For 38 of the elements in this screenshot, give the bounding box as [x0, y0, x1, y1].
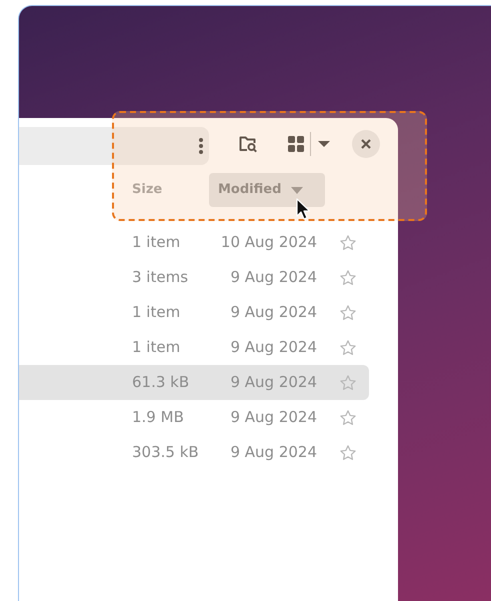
folder-search-icon[interactable]	[238, 135, 258, 153]
size-text: 1 item	[132, 232, 182, 254]
file-row[interactable]: 1 item 10 Aug 2024	[19, 225, 369, 260]
modified-text: 9 Aug 2024	[229, 267, 317, 288]
size-text: 303.5 kB	[132, 442, 200, 464]
sort-caret-icon	[291, 186, 304, 194]
file-row[interactable]: 303.5 kB 9 Aug 2024	[19, 435, 369, 470]
file-row[interactable]: 61.3 kB 9 Aug 2024	[19, 365, 369, 400]
close-icon	[361, 139, 371, 149]
modified-text: 9 Aug 2024	[229, 407, 317, 428]
star-icon[interactable]	[339, 234, 357, 252]
modified-text: 9 Aug 2024	[229, 302, 317, 324]
grid-view-icon[interactable]	[287, 135, 305, 153]
modified-text: 9 Aug 2024	[229, 442, 317, 464]
file-row[interactable]: 1 item 9 Aug 2024	[19, 295, 369, 330]
file-row[interactable]: 1.9 MB 9 Aug 2024	[19, 400, 369, 435]
file-row[interactable]: 1 item 9 Aug 2024	[19, 330, 369, 365]
modified-text: 10 Aug 2024	[220, 232, 317, 254]
more-options-icon[interactable]	[198, 137, 204, 155]
star-icon[interactable]	[339, 408, 357, 426]
close-button[interactable]	[352, 130, 380, 158]
caret-icon[interactable]	[317, 140, 331, 148]
modified-text: 9 Aug 2024	[229, 372, 317, 394]
star-icon[interactable]	[339, 338, 357, 356]
size-text: 1 item	[132, 337, 182, 358]
column-header[interactable]: Modified	[209, 173, 325, 207]
modified-text: 9 Aug 2024	[229, 337, 317, 358]
star-icon[interactable]	[339, 444, 357, 462]
star-icon[interactable]	[339, 374, 357, 392]
size-text: 1.9 MB	[132, 407, 185, 428]
star-icon[interactable]	[339, 304, 357, 322]
star-icon[interactable]	[339, 268, 357, 286]
mouse-pointer-icon	[296, 198, 310, 220]
size-text: 61.3 kB	[132, 372, 190, 394]
column-header[interactable]: Size	[132, 173, 209, 207]
size-text: 3 items	[132, 267, 190, 288]
size-text: 1 item	[132, 302, 182, 324]
file-row[interactable]: 3 items 9 Aug 2024	[19, 260, 369, 295]
